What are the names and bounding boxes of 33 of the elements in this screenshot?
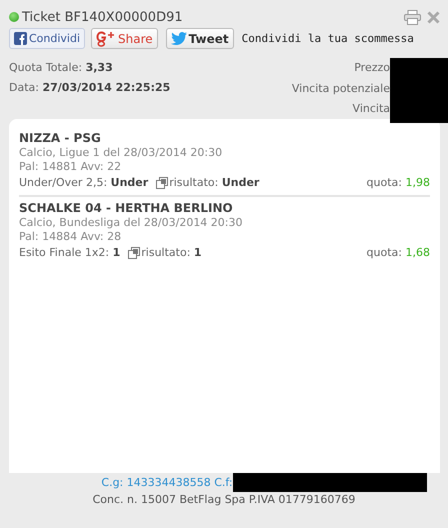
redaction-block xyxy=(390,58,448,123)
google-share-button[interactable]: Share xyxy=(91,28,158,49)
event-codes: Pal: 14881 Avv: 22 xyxy=(19,160,122,174)
summary-line: Quota Totale: 3,33 xyxy=(9,60,114,76)
event-info: Calcio, Bundesliga del 28/03/2014 20:30 xyxy=(19,216,244,230)
ticket-codes: C.g: 143334438558 C.f: xyxy=(101,476,233,489)
close-icon[interactable] xyxy=(427,11,440,24)
event-info: Calcio, Ligue 1 del 28/03/2014 20:30 xyxy=(19,146,224,160)
event-codes: Pal: 14884 Avv: 28 xyxy=(19,230,122,244)
match-title: NIZZA - PSG xyxy=(19,130,102,146)
bet-odds: quota: 1,98 xyxy=(366,175,430,191)
bet-market: Under/Over 2,5: Under xyxy=(19,175,148,191)
copy-icon xyxy=(156,176,168,188)
share-caption: Condividi la tua scommessa xyxy=(242,32,414,45)
bird-icon xyxy=(170,32,187,45)
bet-result: risultato: Under xyxy=(169,175,260,191)
ticket-title: Ticket BF140X00000D91 xyxy=(22,10,183,24)
summary-label: Prezzo xyxy=(353,60,390,76)
match-title: SCHALKE 04 - HERTHA BERLINO xyxy=(19,200,234,216)
bet-market: Esito Finale 1x2: 1 xyxy=(19,245,120,261)
concession-text: Conc. n. 15007 BetFlag Spa P.IVA 01779160769 xyxy=(92,492,356,508)
printer-icon[interactable] xyxy=(404,10,421,25)
facebook-icon xyxy=(14,32,27,45)
tweet-button[interactable]: Tweet xyxy=(166,28,234,49)
bet-odds: quota: 1,68 xyxy=(366,245,430,261)
copy-icon xyxy=(128,246,140,258)
status-dot xyxy=(9,12,19,22)
bet-result: risultato: 1 xyxy=(141,245,202,261)
summary-label: Vincita xyxy=(352,101,390,117)
facebook-share-button[interactable]: Condividi xyxy=(9,28,86,49)
summary-label: Vincita potenziale xyxy=(292,80,390,96)
google-plus-icon xyxy=(96,30,116,46)
summary-line: Data: 27/03/2014 22:25:25 xyxy=(9,80,170,96)
